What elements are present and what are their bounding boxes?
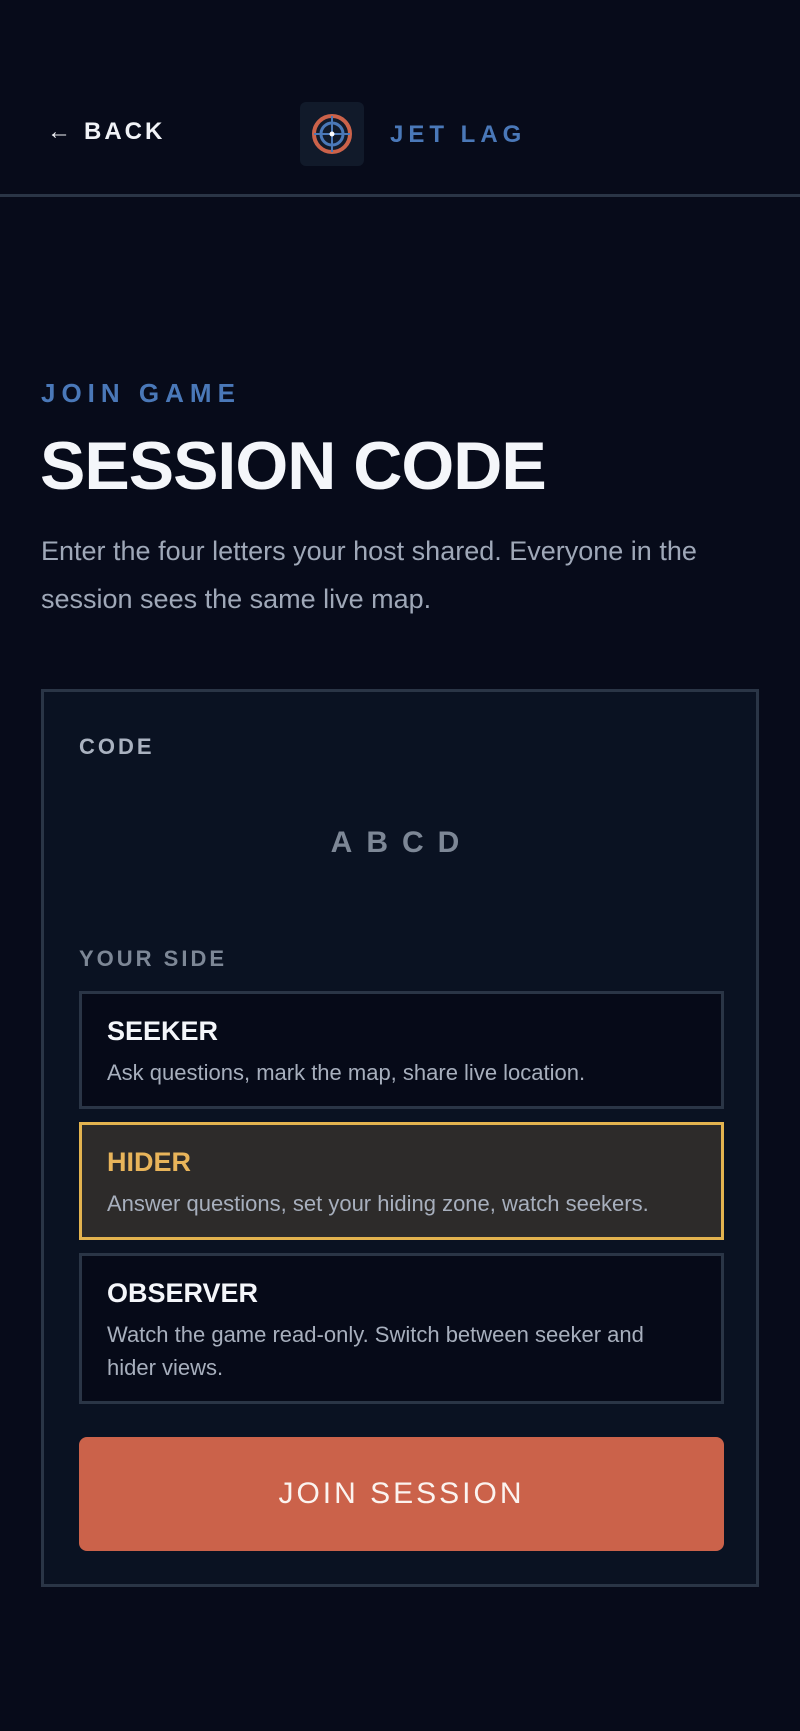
option-description: Watch the game read-only. Switch between… bbox=[107, 1322, 644, 1380]
option-name: HIDER bbox=[107, 1147, 192, 1177]
session-code-input[interactable] bbox=[79, 812, 725, 874]
option-name: OBSERVER bbox=[107, 1278, 259, 1308]
option-description: Ask questions, mark the map, share live … bbox=[107, 1060, 586, 1085]
eyebrow-label: JOIN GAME bbox=[41, 378, 241, 408]
option-name: SEEKER bbox=[107, 1016, 219, 1046]
back-label: BACK bbox=[84, 118, 166, 145]
crosshair-target-icon bbox=[300, 102, 364, 166]
page-title: SESSION CODE bbox=[40, 428, 547, 504]
brand-name: JET LAG bbox=[390, 121, 527, 148]
side-option-observer[interactable]: OBSERVER Watch the game read-only. Switc… bbox=[79, 1253, 724, 1404]
side-option-seeker[interactable]: SEEKER Ask questions, mark the map, shar… bbox=[79, 991, 724, 1109]
page-description: Enter the four letters your host shared.… bbox=[41, 536, 697, 614]
join-session-button[interactable]: JOIN SESSION bbox=[79, 1437, 724, 1551]
back-button[interactable]: ← BACK bbox=[47, 118, 165, 146]
side-label: YOUR SIDE bbox=[79, 946, 228, 971]
back-arrow-icon: ← bbox=[47, 118, 74, 145]
code-label: CODE bbox=[79, 734, 155, 759]
option-description: Answer questions, set your hiding zone, … bbox=[107, 1191, 649, 1216]
top-bar: ← BACK JET LAG bbox=[0, 0, 800, 197]
join-form-card: CODE YOUR SIDE SEEKER Ask questions, mar… bbox=[41, 689, 759, 1587]
side-option-hider[interactable]: HIDER Answer questions, set your hiding … bbox=[79, 1122, 724, 1240]
